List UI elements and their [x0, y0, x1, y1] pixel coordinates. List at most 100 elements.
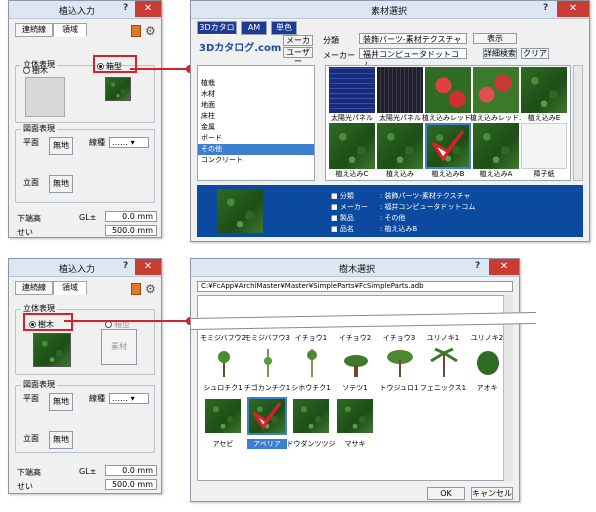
list-item[interactable]: 植栽	[198, 78, 314, 89]
tab-continuous-line[interactable]: 連続線	[15, 281, 53, 295]
line-type-select[interactable]: ‥‥‥ ▾	[109, 137, 149, 148]
info-key: 製品	[339, 214, 354, 222]
close-button[interactable]: ✕	[135, 259, 161, 275]
list-item-selected[interactable]: その他	[198, 144, 314, 155]
gear-icon[interactable]: ⚙	[145, 282, 156, 296]
ok-button[interactable]: OK	[427, 487, 465, 500]
tree-icon[interactable]	[385, 347, 415, 377]
list-item[interactable]: 金属	[198, 122, 314, 133]
tree-icon[interactable]	[297, 347, 327, 377]
info-sep: :	[379, 225, 383, 233]
elev-no-fill-button[interactable]: 無地	[49, 431, 73, 449]
checkmark-icon	[252, 402, 282, 430]
material-button[interactable]: 素材	[101, 329, 137, 365]
info-key: 分類	[339, 192, 354, 200]
height-input[interactable]: 500.0 mm	[105, 479, 157, 490]
plan-no-fill-button[interactable]: 無地	[49, 393, 73, 411]
thumb-label: 植え込みレッド...	[422, 114, 474, 122]
red-hedge-thumb[interactable]	[425, 67, 471, 113]
help-button[interactable]: ?	[123, 261, 128, 271]
list-item[interactable]: コンクリート	[198, 155, 314, 166]
maker-button[interactable]: メーカー	[283, 35, 313, 54]
shrub-thumb[interactable]	[337, 399, 373, 433]
help-button[interactable]: ?	[475, 261, 480, 271]
gear-icon[interactable]: ⚙	[145, 24, 156, 38]
tab-3d-catalog[interactable]: 3Dカタログ	[197, 21, 237, 44]
thumb-label: 太陽光パネル	[379, 114, 421, 122]
close-button[interactable]: ✕	[557, 1, 589, 17]
selected-preview	[217, 189, 263, 233]
help-button[interactable]: ?	[543, 3, 548, 13]
close-button[interactable]: ✕	[489, 259, 519, 275]
tree-icon[interactable]	[429, 347, 459, 377]
elev-no-fill-button[interactable]: 無地	[49, 175, 73, 193]
tree-label-selected: アベリア	[247, 439, 287, 449]
category-list[interactable]: 植栽 木材 地面 床柱 金属 ボード その他 コンクリート	[197, 65, 315, 181]
tree-icon[interactable]	[341, 347, 371, 377]
thumb-label: 植え込みB	[431, 170, 465, 178]
gl-input[interactable]: 0.0 mm	[105, 465, 157, 476]
list-item[interactable]: 床柱	[198, 111, 314, 122]
thumb-label: 植え込み	[386, 170, 414, 178]
radio-tree[interactable]: 樹木	[23, 65, 48, 76]
tab-am[interactable]: AM	[241, 21, 267, 35]
hedge-a-thumb[interactable]	[473, 123, 519, 169]
category-select[interactable]: 装飾パーツ-素材テクスチャ	[359, 33, 467, 44]
close-button[interactable]: ✕	[135, 1, 161, 17]
window-title: 素材選択	[371, 7, 408, 17]
cancel-button[interactable]: キャンセル	[471, 487, 513, 500]
window-title: 樹木選択	[339, 265, 376, 275]
display-button[interactable]: 表示	[473, 33, 517, 44]
group-plan-label: 図面表現	[21, 123, 57, 134]
connector-line	[64, 320, 190, 322]
tab-continuous-line[interactable]: 連続線	[15, 23, 53, 37]
tab-region[interactable]: 領域	[53, 23, 87, 37]
path-field[interactable]: C:¥FcApp¥ArchiMaster¥Master¥SimpleParts¥…	[197, 281, 513, 292]
category-label: 分類	[323, 36, 339, 45]
catalog-logo: 3Dカタログ.com	[199, 43, 282, 54]
solar-panel-thumb[interactable]	[377, 67, 423, 113]
user-button[interactable]: ユーザー	[283, 47, 313, 66]
line-type-label: 線種	[89, 138, 105, 147]
height-input[interactable]: 500.0 mm	[105, 225, 157, 236]
tree-preview	[25, 77, 65, 117]
tab-solid[interactable]: 単色	[271, 21, 297, 35]
shrub-thumb[interactable]	[293, 399, 329, 433]
fence-icon[interactable]	[131, 283, 141, 295]
shrub-thumb[interactable]	[205, 399, 241, 433]
hedge-b-thumb-selected[interactable]	[425, 123, 471, 169]
hedge-preview	[33, 333, 71, 367]
list-item[interactable]: 木材	[198, 89, 314, 100]
gl-input[interactable]: 0.0 mm	[105, 211, 157, 222]
solar-panel-thumb[interactable]	[329, 67, 375, 113]
tab-region[interactable]: 領域	[53, 281, 87, 295]
list-item[interactable]: 地面	[198, 100, 314, 111]
fence-icon[interactable]	[131, 25, 141, 37]
scrollbar[interactable]	[573, 65, 583, 181]
hedge-thumb[interactable]	[377, 123, 423, 169]
maker-select[interactable]: 福井コンピュータドットコム	[359, 48, 467, 70]
info-row: ■ メーカー: 福井コンピュータドットコム	[331, 203, 476, 211]
red-hedge-thumb[interactable]	[473, 67, 519, 113]
shoji-paper-thumb[interactable]	[521, 123, 567, 169]
ground-label: 下端高	[17, 468, 41, 477]
checkmark-icon	[431, 130, 465, 162]
hedge-e-thumb[interactable]	[521, 67, 567, 113]
help-button[interactable]: ?	[123, 3, 128, 13]
tree-icon[interactable]	[473, 347, 503, 377]
plan-no-fill-button[interactable]: 無地	[49, 137, 73, 155]
list-item[interactable]: ボード	[198, 133, 314, 144]
line-type-select[interactable]: ‥‥‥ ▾	[109, 393, 149, 404]
detail-search-button[interactable]: 詳細検索	[483, 48, 517, 59]
thumb-label: 植え込みE	[527, 114, 561, 122]
tree-label: ユリノキ2	[470, 334, 504, 342]
title-bar: 植込入力 ? ✕	[9, 259, 161, 277]
shrub-thumb-selected[interactable]	[247, 397, 287, 435]
hedge-c-thumb[interactable]	[329, 123, 375, 169]
highlight-box	[93, 55, 137, 73]
planting-dialog-top: 植込入力 ? ✕ 連続線 領域 ⚙ 立体表現 樹木 箱型 図面表現 平面 無地 …	[8, 0, 162, 238]
elev-label: 立面	[23, 434, 39, 443]
clear-button[interactable]: クリア	[521, 48, 549, 59]
tree-icon[interactable]	[209, 347, 239, 377]
tree-icon[interactable]	[253, 347, 283, 377]
